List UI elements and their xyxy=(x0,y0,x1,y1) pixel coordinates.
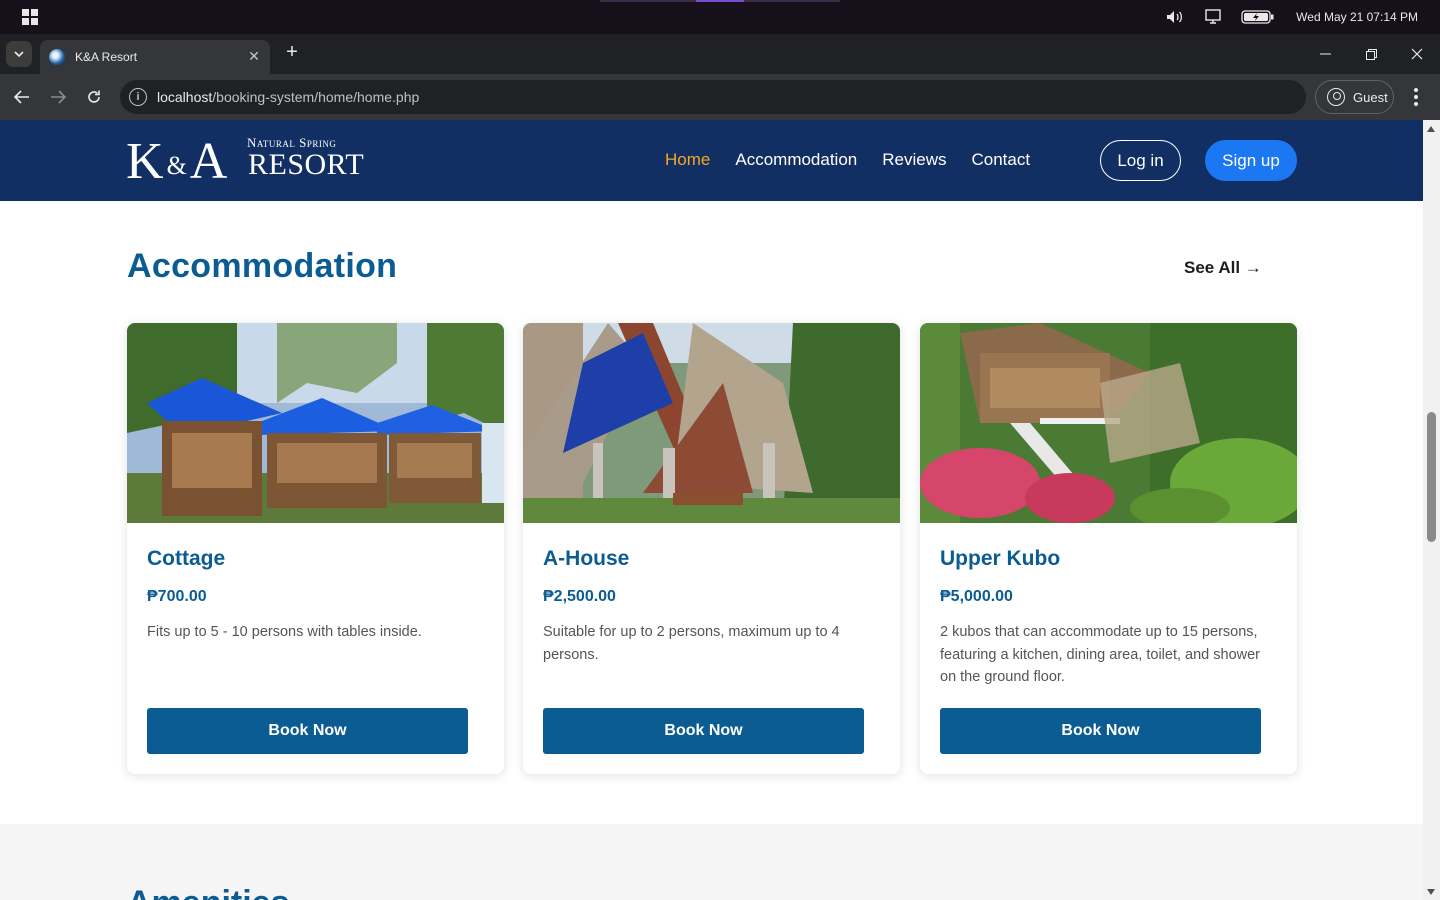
profile-avatar-icon xyxy=(1327,88,1345,106)
login-button[interactable]: Log in xyxy=(1100,140,1181,181)
window-controls xyxy=(1302,34,1440,74)
book-now-button[interactable]: Book Now xyxy=(543,708,864,754)
logo-title: RESORT xyxy=(248,148,365,181)
tab-title: K&A Resort xyxy=(75,50,138,64)
profile-label: Guest xyxy=(1353,89,1388,105)
nav-accommodation[interactable]: Accommodation xyxy=(735,150,857,170)
volume-icon[interactable] xyxy=(1164,9,1186,25)
new-tab-button[interactable]: + xyxy=(282,41,302,63)
logo-monogram: K&A xyxy=(126,133,229,190)
arrow-left-icon xyxy=(14,90,29,104)
restore-icon xyxy=(1365,48,1377,60)
profile-button[interactable]: Guest xyxy=(1315,80,1394,114)
accommodation-card-cottage: Cottage ₱700.00 Fits up to 5 - 10 person… xyxy=(127,323,504,774)
section-title-amenities: Amenities xyxy=(127,884,290,900)
site-info-icon[interactable]: i xyxy=(129,88,147,106)
windows-icon[interactable] xyxy=(22,9,38,25)
card-description: 2 kubos that can accommodate up to 15 pe… xyxy=(940,624,1261,685)
minimize-icon xyxy=(1319,53,1331,55)
section-title-accommodation: Accommodation xyxy=(127,247,398,285)
arrow-right-icon xyxy=(51,90,66,104)
scroll-up-icon[interactable] xyxy=(1427,126,1435,132)
card-title: Cottage xyxy=(147,547,226,570)
a-house-image xyxy=(523,323,900,523)
chevron-down-icon xyxy=(14,51,24,57)
card-title: A-House xyxy=(543,547,630,570)
site-header: K&A Natural Spring RESORT Home Accommoda… xyxy=(0,120,1423,201)
browser-toolbar: i localhost/booking-system/home/home.php… xyxy=(0,74,1440,120)
system-tray: Wed May 21 07:14 PM xyxy=(1164,0,1440,34)
nav-contact[interactable]: Contact xyxy=(972,150,1031,170)
browser-tab-active[interactable]: K&A Resort ✕ xyxy=(40,40,270,74)
reload-icon xyxy=(88,90,100,103)
book-now-button[interactable]: Book Now xyxy=(147,708,468,754)
signup-button[interactable]: Sign up xyxy=(1205,140,1297,181)
card-price: ₱5,000.00 xyxy=(940,588,1013,605)
close-icon xyxy=(1411,48,1423,60)
address-bar[interactable]: i localhost/booking-system/home/home.php xyxy=(120,80,1306,114)
card-description: Fits up to 5 - 10 persons with tables in… xyxy=(147,624,422,640)
url-host: localhost xyxy=(157,89,213,105)
book-now-button[interactable]: Book Now xyxy=(940,708,1261,754)
card-price: ₱2,500.00 xyxy=(543,588,616,605)
upper-kubo-image xyxy=(920,323,1297,523)
minimize-button[interactable] xyxy=(1302,34,1348,74)
card-price: ₱700.00 xyxy=(147,588,207,605)
page-scrollbar[interactable] xyxy=(1423,120,1440,900)
back-button[interactable] xyxy=(10,85,34,109)
site-logo[interactable]: K&A Natural Spring RESORT xyxy=(126,132,366,188)
page-viewport: K&A Natural Spring RESORT Home Accommoda… xyxy=(0,120,1423,900)
restore-button[interactable] xyxy=(1348,34,1394,74)
accommodation-card-a-house: A-House ₱2,500.00 Suitable for up to 2 p… xyxy=(523,323,900,774)
nav-home[interactable]: Home xyxy=(665,150,710,170)
close-window-button[interactable] xyxy=(1394,34,1440,74)
card-title: Upper Kubo xyxy=(940,547,1061,570)
tab-search-button[interactable] xyxy=(6,41,32,67)
card-description: Suitable for up to 2 persons, maximum up… xyxy=(543,624,840,663)
scroll-down-icon[interactable] xyxy=(1427,889,1435,895)
cottage-image xyxy=(127,323,504,523)
system-clock[interactable]: Wed May 21 07:14 PM xyxy=(1296,10,1418,24)
scrollbar-thumb[interactable] xyxy=(1427,412,1436,542)
display-icon[interactable] xyxy=(1202,9,1224,25)
forward-button[interactable] xyxy=(46,85,70,109)
taskbar-active-indicator xyxy=(696,0,744,2)
battery-icon[interactable] xyxy=(1240,9,1276,25)
nav-reviews[interactable]: Reviews xyxy=(882,150,946,170)
accommodation-card-upper-kubo: Upper Kubo ₱5,000.00 2 kubos that can ac… xyxy=(920,323,1297,774)
browser-menu-icon[interactable] xyxy=(1406,85,1426,109)
url-path: /booking-system/home/home.php xyxy=(212,89,420,105)
favicon-icon xyxy=(49,49,65,65)
browser-tab-bar: K&A Resort ✕ + xyxy=(0,34,1440,74)
reload-button[interactable] xyxy=(82,85,106,109)
see-all-link[interactable]: See All → xyxy=(1184,258,1262,278)
amenities-section: Amenities xyxy=(0,824,1423,900)
os-taskbar: Wed May 21 07:14 PM xyxy=(0,0,1440,34)
close-tab-icon[interactable]: ✕ xyxy=(246,48,262,64)
main-nav: Home Accommodation Reviews Contact xyxy=(665,150,1030,170)
